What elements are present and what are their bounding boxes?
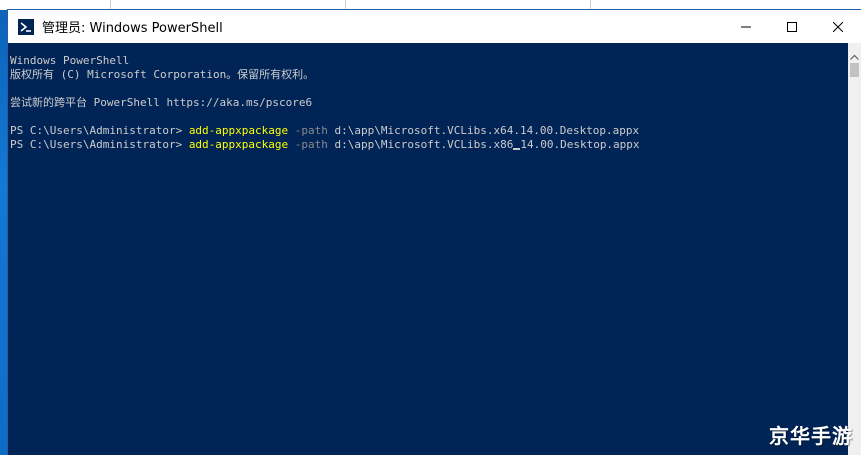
console-header-line: Windows PowerShell — [10, 54, 130, 67]
chevron-up-icon — [850, 54, 859, 60]
vertical-scrollbar[interactable] — [848, 43, 861, 455]
window-title: 管理员: Windows PowerShell — [42, 21, 223, 36]
command-line: PS C:\Users\Administrator> add-appxpacka… — [10, 138, 640, 152]
console-copyright-line: 版权所有 (C) Microsoft Corporation。保留所有权利。 — [10, 68, 315, 81]
taskbar-strip — [0, 0, 861, 10]
prompt: PS C:\Users\Administrator> — [10, 124, 189, 137]
console-area[interactable]: Windows PowerShell 版权所有 (C) Microsoft Co… — [10, 43, 848, 455]
watermark-text: 京华手游 — [769, 424, 853, 448]
powershell-icon[interactable] — [18, 18, 34, 35]
close-icon — [833, 21, 843, 32]
powershell-window: 管理员: Windows PowerShell Windows PowerShe… — [8, 10, 861, 455]
minimize-button[interactable] — [723, 10, 769, 43]
minimize-icon — [741, 26, 751, 27]
prompt: PS C:\Users\Administrator> — [10, 138, 189, 151]
strip-divider — [590, 0, 591, 10]
close-button[interactable] — [815, 10, 861, 43]
strip-divider — [110, 0, 111, 10]
scroll-thumb[interactable] — [850, 63, 859, 77]
parameter: -path — [294, 124, 328, 137]
maximize-button[interactable] — [769, 10, 815, 43]
title-bar[interactable]: 管理员: Windows PowerShell — [8, 10, 861, 43]
cmdlet: add-appxpackage — [188, 138, 289, 151]
strip-divider — [345, 0, 346, 10]
command-line: PS C:\Users\Administrator> add-appxpacka… — [10, 124, 639, 138]
console-tip-line: 尝试新的跨平台 PowerShell https://aka.ms/pscore… — [10, 96, 313, 109]
scroll-up-button[interactable] — [848, 45, 861, 60]
argument: d:\app\Microsoft.VCLibs.x64.14.00.Deskto… — [334, 124, 640, 137]
cmdlet: add-appxpackage — [188, 124, 289, 137]
maximize-icon — [787, 21, 797, 32]
parameter: -path — [294, 138, 328, 151]
argument: d:\app\Microsoft.VCLibs.x86 — [334, 138, 514, 151]
argument: 14.00.Desktop.appx — [520, 138, 640, 151]
